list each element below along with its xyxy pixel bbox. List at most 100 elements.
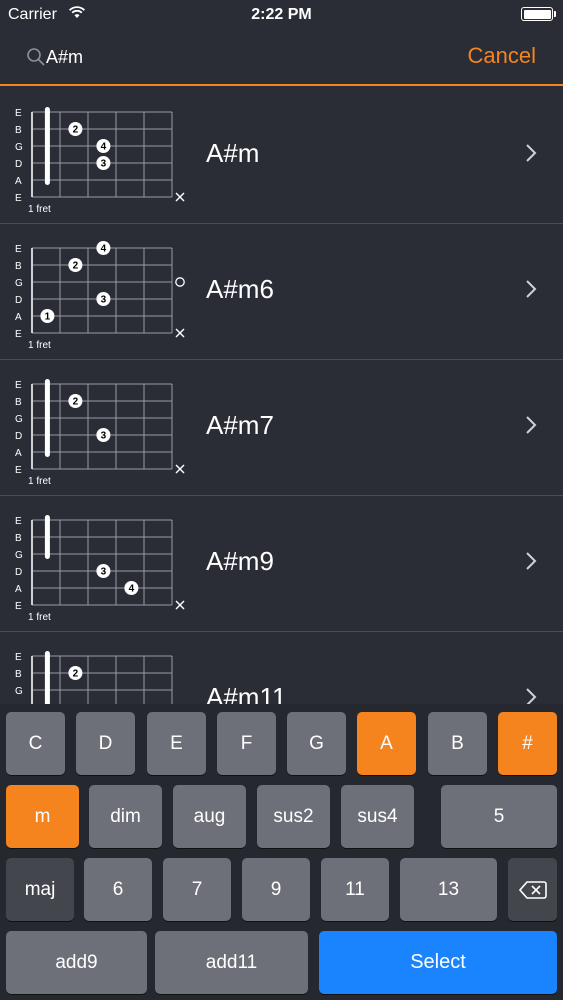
key-9[interactable]: 9 <box>242 858 310 921</box>
barre-mark <box>44 379 50 457</box>
key-f[interactable]: F <box>217 712 276 775</box>
key-11[interactable]: 11 <box>321 858 389 921</box>
string-label: E <box>15 465 22 476</box>
key-add9[interactable]: add9 <box>6 931 147 994</box>
key-maj[interactable]: maj <box>6 858 74 921</box>
backspace-icon <box>518 880 547 899</box>
string-label: G <box>15 142 23 153</box>
string-label: D <box>15 431 22 442</box>
chord-name: A#m6 <box>206 274 274 304</box>
search-bar: Cancel <box>0 30 563 86</box>
key-b[interactable]: B <box>428 712 487 775</box>
string-label: E <box>15 329 22 340</box>
key-dim[interactable]: dim <box>89 785 162 848</box>
search-input[interactable] <box>46 44 426 70</box>
key-sus2[interactable]: sus2 <box>257 785 330 848</box>
string-label: D <box>15 567 22 578</box>
key-d[interactable]: D <box>76 712 135 775</box>
chord-diagram: EBGDAE42311 fret <box>15 241 185 351</box>
finger-number: 3 <box>101 431 107 442</box>
finger-number: 4 <box>129 584 135 595</box>
select-button[interactable]: Select <box>319 931 557 994</box>
chord-diagram: EBGDAE231 fret <box>15 379 185 487</box>
chord-diagram: EBGDAE21 fret <box>15 651 173 708</box>
string-label: B <box>15 261 22 272</box>
muted-string-icon <box>175 328 185 338</box>
string-label: A <box>15 312 22 323</box>
key-sus4[interactable]: sus4 <box>341 785 414 848</box>
finger-number: 1 <box>45 312 51 323</box>
muted-string-icon <box>175 464 185 474</box>
barre-mark <box>44 107 50 185</box>
string-label: G <box>15 686 23 697</box>
key-7[interactable]: 7 <box>163 858 231 921</box>
chord-name: A#m <box>206 138 260 168</box>
key-e[interactable]: E <box>147 712 206 775</box>
chord-list[interactable]: EBGDAE2431 fret A#m E B G D A E 4 2 3 1 1 fret A#m6 E B… <box>0 88 563 708</box>
key-g[interactable]: G <box>287 712 346 775</box>
finger-number: 3 <box>101 295 107 306</box>
chord-name: A#m7 <box>206 410 274 440</box>
string-label: E <box>15 193 22 204</box>
string-label: B <box>15 397 22 408</box>
key-m[interactable]: m <box>6 785 79 848</box>
key-add11[interactable]: add11 <box>155 931 308 994</box>
muted-string-icon <box>175 192 185 202</box>
finger-number: 4 <box>101 244 107 255</box>
string-label: G <box>15 278 23 289</box>
string-label: A <box>15 584 22 595</box>
chord-keyboard: C D E F G A B # m dim aug sus2 sus4 5 maj 6 7 9 11 13 add9 ad… <box>0 704 563 1000</box>
finger-number: 2 <box>73 397 79 408</box>
finger-number: 2 <box>73 125 79 136</box>
chevron-right-icon <box>526 144 537 162</box>
chord-diagram: EBGDAE341 fret <box>15 515 185 623</box>
chord-row[interactable]: EBGDAE231 fret A#m7 <box>0 360 563 496</box>
key-a[interactable]: A <box>357 712 416 775</box>
barre-mark <box>44 651 50 708</box>
string-label: E <box>15 652 22 663</box>
key-6[interactable]: 6 <box>84 858 152 921</box>
string-label: G <box>15 414 23 425</box>
chevron-right-icon <box>526 280 537 298</box>
chord-row[interactable]: EBGDAE21 fretA#m11 <box>0 632 563 708</box>
finger-number: 3 <box>101 567 107 578</box>
chevron-right-icon <box>526 416 537 434</box>
key-c[interactable]: C <box>6 712 65 775</box>
fret-label: 1 fret <box>28 612 51 623</box>
string-label: B <box>15 533 22 544</box>
cancel-button[interactable]: Cancel <box>468 43 536 69</box>
finger-number: 3 <box>101 159 107 170</box>
string-label: E <box>15 244 22 255</box>
string-label: B <box>15 669 22 680</box>
string-label: A <box>15 448 22 459</box>
key-aug[interactable]: aug <box>173 785 246 848</box>
search-icon <box>27 48 45 66</box>
open-string-icon <box>175 277 185 287</box>
fret-label: 1 fret <box>28 340 51 351</box>
string-label: G <box>15 550 23 561</box>
string-label: E <box>15 516 22 527</box>
string-label: D <box>15 295 22 306</box>
string-label: E <box>15 380 22 391</box>
finger-number: 4 <box>101 142 107 153</box>
chord-row[interactable]: EBGDAE42311 fret A#m6 <box>0 224 563 360</box>
chevron-right-icon <box>526 552 537 570</box>
backspace-button[interactable] <box>508 858 557 921</box>
finger-number: 2 <box>73 261 79 272</box>
chord-row[interactable]: EBGDAE2431 fret A#m <box>0 88 563 224</box>
key-sharp[interactable]: # <box>498 712 557 775</box>
string-label: B <box>15 125 22 136</box>
status-bar: Carrier 2:22 PM <box>0 0 563 30</box>
key-13[interactable]: 13 <box>400 858 497 921</box>
string-label: E <box>15 108 22 119</box>
fret-label: 1 fret <box>28 476 51 487</box>
battery-icon <box>521 7 556 21</box>
muted-string-icon <box>175 600 185 610</box>
fret-label: 1 fret <box>28 204 51 215</box>
finger-number: 2 <box>73 669 79 680</box>
key-5[interactable]: 5 <box>441 785 557 848</box>
chord-row[interactable]: EBGDAE341 fret A#m9 <box>0 496 563 632</box>
barre-mark <box>44 515 50 559</box>
string-label: E <box>15 601 22 612</box>
clock: 2:22 PM <box>251 6 312 23</box>
